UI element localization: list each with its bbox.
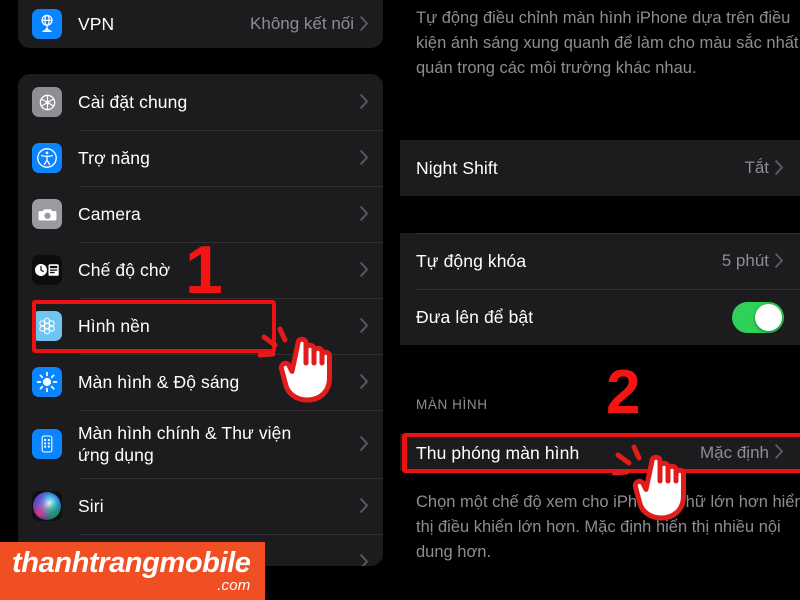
vpn-globe-icon xyxy=(32,9,62,39)
settings-row-label: Night Shift xyxy=(416,158,498,178)
settings-row-raise-to-wake[interactable]: Đưa lên để bật xyxy=(400,289,800,345)
chevron-right-icon xyxy=(775,444,784,459)
settings-row-label: Camera xyxy=(78,204,141,224)
wallpaper-flower-icon xyxy=(32,311,62,341)
night-shift-value: Tắt xyxy=(744,158,769,177)
chevron-right-icon xyxy=(360,317,369,333)
chevron-right-icon xyxy=(360,435,369,451)
row-separator xyxy=(416,289,800,290)
vpn-status-value: Không kết nối xyxy=(250,14,354,33)
settings-row-label: Màn hình & Độ sáng xyxy=(78,372,240,392)
raise-to-wake-toggle[interactable] xyxy=(732,301,784,333)
settings-row-label: Tự động khóa xyxy=(416,251,527,271)
display-zoom-value: Mặc định xyxy=(700,442,769,462)
settings-row-display-zoom[interactable]: Thu phóng màn hình Mặc định xyxy=(400,434,800,471)
toggle-knob xyxy=(755,303,782,331)
watermark-name: thanhtrangmobile xyxy=(12,547,251,579)
chevron-right-icon xyxy=(360,373,369,389)
right-settings-pane: Tự động điều chỉnh màn hình iPhone dựa t… xyxy=(400,0,800,600)
chevron-right-icon xyxy=(360,93,369,109)
chevron-right-icon xyxy=(360,497,369,513)
siri-orb-icon xyxy=(32,491,62,521)
step-number-2: 2 xyxy=(606,358,641,427)
settings-row-label: Đưa lên để bật xyxy=(416,307,534,327)
auto-lock-value: 5 phút xyxy=(721,251,769,270)
display-section-header: MÀN HÌNH xyxy=(416,397,488,412)
chevron-right-icon xyxy=(775,159,784,175)
watermark-thanhtrangmobile: thanhtrangmobile .com xyxy=(0,542,265,600)
accessibility-icon xyxy=(32,143,62,173)
chevron-right-icon xyxy=(360,149,369,165)
settings-row-auto-lock[interactable]: Tự động khóa 5 phút xyxy=(400,233,800,289)
camera-icon xyxy=(32,199,62,229)
settings-row-night-shift[interactable]: Night Shift Tắt xyxy=(400,140,800,196)
settings-row-label: Thu phóng màn hình xyxy=(416,442,580,463)
settings-row-wallpaper[interactable]: Hình nền xyxy=(18,298,383,354)
chevron-right-icon xyxy=(360,261,369,277)
settings-row-label: Chế độ chờ xyxy=(78,260,171,280)
settings-row-siri[interactable]: Siri xyxy=(18,478,383,534)
settings-row-label: VPN xyxy=(78,14,115,34)
chevron-right-icon xyxy=(360,205,369,221)
true-tone-footnote: Tự động điều chỉnh màn hình iPhone dựa t… xyxy=(416,9,799,77)
watermark-tld: .com xyxy=(217,577,251,594)
settings-row-standby[interactable]: Chế độ chờ xyxy=(18,242,383,298)
settings-row-display-brightness[interactable]: Màn hình & Độ sáng xyxy=(18,354,383,410)
main-settings-group: Cài đặt chung Trợ năng Camera Chế độ chờ… xyxy=(18,74,383,566)
chevron-right-icon xyxy=(775,252,784,268)
settings-row-label: Siri xyxy=(78,496,104,516)
gear-icon xyxy=(32,87,62,117)
settings-row-vpn[interactable]: VPN Không kết nối xyxy=(18,0,383,48)
settings-row-accessibility[interactable]: Trợ năng xyxy=(18,130,383,186)
settings-row-label: Màn hình chính & Thư viện ứng dụng xyxy=(78,423,292,465)
settings-row-general[interactable]: Cài đặt chung xyxy=(18,74,383,130)
left-settings-pane: VPN Không kết nối Cài đặt chung Trợ năng… xyxy=(0,0,400,600)
brightness-sun-icon xyxy=(32,367,62,397)
settings-row-camera[interactable]: Camera xyxy=(18,186,383,242)
standby-clock-icon xyxy=(32,255,62,285)
settings-row-home-screen-app-library[interactable]: Màn hình chính & Thư viện ứng dụng xyxy=(18,410,383,478)
settings-row-label: Cài đặt chung xyxy=(78,92,188,112)
display-zoom-footnote: Chọn một chế độ xem cho iPhone. Chữ lớn … xyxy=(416,493,800,561)
vpn-group: VPN Không kết nối xyxy=(18,0,383,48)
screenshot-root: VPN Không kết nối Cài đặt chung Trợ năng… xyxy=(0,0,800,600)
chevron-right-icon xyxy=(360,553,369,566)
chevron-right-icon xyxy=(360,15,369,31)
settings-row-label: Hình nền xyxy=(78,316,150,336)
app-library-icon xyxy=(32,429,62,459)
settings-row-label: Trợ năng xyxy=(78,148,150,168)
